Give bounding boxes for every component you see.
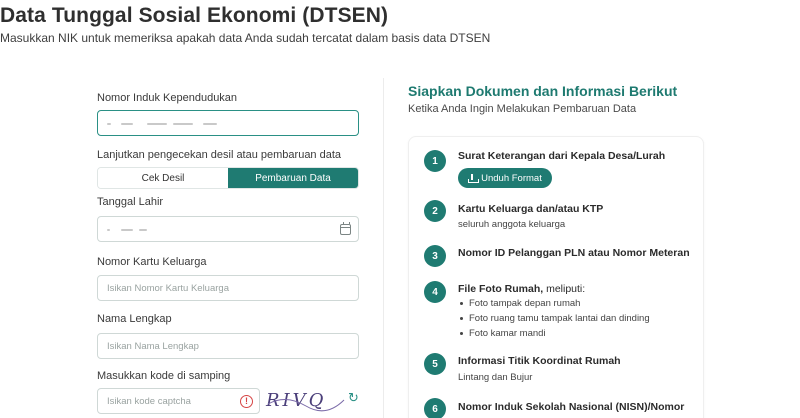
step-title: Informasi Titik Koordinat Rumah [458,355,621,367]
kk-label: Nomor Kartu Keluarga [97,256,207,268]
step-number: 6 [424,398,446,418]
column-divider [383,78,384,418]
page-subtitle: Masukkan NIK untuk memeriksa apakah data… [0,31,491,45]
name-label: Nama Lengkap [97,313,172,325]
calendar-icon[interactable] [340,222,351,235]
step-title: Nomor ID Pelanggan PLN atau Nomor Metera… [458,247,690,259]
page-title: Data Tunggal Sosial Ekonomi (DTSEN) [0,4,389,27]
pembaruan-data-button[interactable]: Pembaruan Data [228,168,358,188]
nik-field[interactable] [97,110,359,136]
step-title: Surat Keterangan dari Kepala Desa/Lurah [458,150,666,162]
step-title: Kartu Keluarga dan/atau KTP [458,203,604,215]
step-desc: Lintang dan Bujur [458,372,533,383]
dob-masked-value [107,229,217,231]
captcha-input[interactable] [98,389,259,413]
step-number: 4 [424,281,446,303]
error-icon: ! [240,395,253,408]
dob-field[interactable] [97,216,359,242]
download-icon [468,173,480,183]
bullet-item: Foto tampak depan rumah [460,298,580,309]
cek-desil-button[interactable]: Cek Desil [98,168,228,188]
bullet-item: Foto ruang tamu tampak lantai dan dindin… [460,313,650,324]
name-input[interactable] [98,334,358,358]
step-number: 3 [424,245,446,267]
download-format-label: Unduh Format [481,172,542,184]
captcha-field[interactable]: ! [97,388,260,414]
mode-label: Lanjutkan pengecekan desil atau pembarua… [97,149,342,161]
captcha-label: Masukkan kode di samping [97,370,231,382]
captcha-image: RIVQ [266,390,346,414]
step-desc: seluruh anggota keluarga [458,219,566,230]
dob-label: Tanggal Lahir [97,196,164,208]
nik-label: Nomor Induk Kependudukan [97,92,238,104]
mode-toggle[interactable]: Cek Desil Pembaruan Data [97,167,359,189]
documents-card [408,136,704,418]
nik-masked-value [107,123,217,125]
step-number: 2 [424,200,446,222]
name-field[interactable] [97,333,359,359]
kk-field[interactable] [97,275,359,301]
step-title: File Foto Rumah, meliputi: [458,283,586,295]
kk-input[interactable] [98,276,358,300]
refresh-captcha-icon[interactable]: ↻ [348,390,359,406]
panel-subtitle: Ketika Anda Ingin Melakukan Pembaruan Da… [408,103,637,115]
step-number: 5 [424,353,446,375]
bullet-item: Foto kamar mandi [460,328,546,339]
step-number: 1 [424,150,446,172]
captcha-noise [267,399,345,412]
step-title: Nomor Induk Sekolah Nasional (NISN)/Nomo… [458,401,685,413]
panel-title: Siapkan Dokumen dan Informasi Berikut [408,83,678,99]
download-format-button[interactable]: Unduh Format [458,168,552,188]
